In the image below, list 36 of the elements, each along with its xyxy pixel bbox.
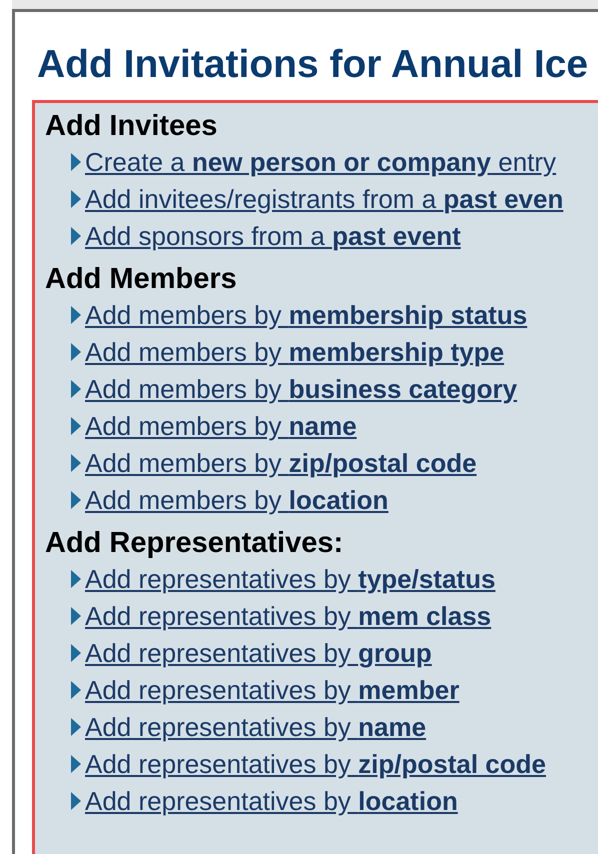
- triangle-icon: [71, 190, 81, 208]
- option-link[interactable]: Add members by location: [85, 484, 388, 514]
- triangle-icon: [71, 454, 81, 472]
- option-link[interactable]: Add representatives by mem class: [85, 600, 492, 630]
- option-link[interactable]: Add members by zip/postal code: [85, 448, 477, 478]
- triangle-icon: [71, 490, 81, 508]
- triangle-icon: [71, 380, 81, 398]
- section-heading: Add Members: [45, 262, 237, 296]
- triangle-icon: [71, 226, 81, 244]
- option-link[interactable]: Add representatives by name: [85, 712, 426, 742]
- triangle-icon: [71, 644, 81, 662]
- option-link[interactable]: Add representatives by location: [85, 786, 458, 816]
- triangle-icon: [71, 570, 81, 588]
- option-link[interactable]: Add sponsors from a past event: [85, 220, 461, 250]
- option-link[interactable]: Add representatives by group: [85, 638, 432, 668]
- section-heading: Add Representatives:: [45, 526, 344, 560]
- triangle-icon: [71, 152, 81, 170]
- page-title: Add Invitations for Annual Ice: [36, 42, 590, 88]
- triangle-icon: [71, 342, 81, 360]
- triangle-icon: [71, 718, 81, 736]
- triangle-icon: [71, 792, 81, 810]
- option-link[interactable]: Add members by business category: [85, 374, 518, 404]
- option-link[interactable]: Create a new person or company entry: [85, 146, 556, 176]
- triangle-icon: [71, 606, 81, 624]
- triangle-icon: [71, 754, 81, 772]
- section-heading: Add Invitees: [45, 109, 218, 143]
- triangle-icon: [71, 680, 81, 698]
- triangle-icon: [71, 416, 81, 434]
- option-link[interactable]: Add representatives by zip/postal code: [85, 748, 546, 778]
- option-link[interactable]: Add representatives by type/status: [85, 564, 496, 594]
- option-link[interactable]: Add representatives by member: [85, 674, 460, 704]
- option-link[interactable]: Add members by name: [85, 410, 357, 440]
- triangle-icon: [71, 306, 81, 324]
- option-link[interactable]: Add members by membership type: [85, 336, 504, 366]
- option-link[interactable]: Add invitees/registrants from a past even: [85, 184, 564, 214]
- option-link[interactable]: Add members by membership status: [85, 300, 528, 330]
